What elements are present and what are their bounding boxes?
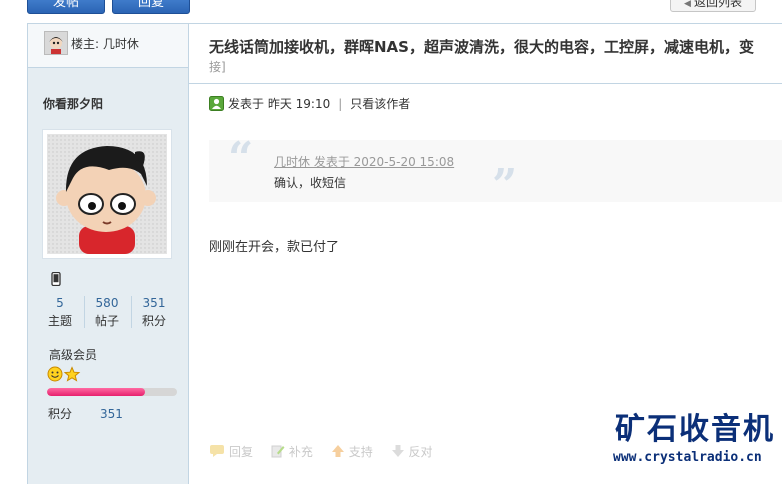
stat-threads-label: 主题 [47, 314, 72, 328]
thread-title: 无线话筒加接收机，群晖NAS，超声波清洗，很大的电容，工控屏，减速电机，变 [209, 38, 754, 56]
reply-icon [209, 444, 225, 461]
smiley-icon [47, 366, 63, 382]
support-action-label: 支持 [348, 445, 373, 459]
watermark-url: www.crystalradio.cn [613, 450, 762, 465]
oppose-action[interactable]: 反对 [391, 443, 433, 461]
stat-score-label: 积分 [141, 314, 166, 328]
site-watermark: 矿石收音机 www.crystalradio.cn [613, 413, 775, 466]
score-label: 积分 [48, 407, 73, 421]
level-progress-bar [47, 388, 177, 396]
stat-score[interactable]: 351 积分 [136, 295, 172, 330]
op-label: 楼主: 几时休 [71, 37, 139, 51]
post-actions: 回复 补充 支持 反对 [209, 443, 447, 461]
quote-close-icon: ” [492, 160, 518, 211]
stat-threads-value: 5 [56, 296, 64, 310]
op-avatar[interactable] [44, 31, 68, 55]
thumb-down-arrow-icon [391, 444, 405, 461]
stat-posts-value: 580 [95, 296, 119, 310]
stat-separator [84, 296, 85, 328]
post-content: 刚刚在开会，款已付了 [209, 240, 340, 255]
stat-threads[interactable]: 5 主题 [42, 295, 78, 330]
separator-pipe: | [338, 97, 343, 111]
support-action[interactable]: 支持 [331, 443, 373, 461]
back-to-list-label: 返回列表 [693, 0, 742, 9]
mobile-phone-icon [51, 271, 61, 289]
thumb-up-arrow-icon [331, 444, 345, 461]
author-name[interactable]: 你看那夕阳 [43, 95, 103, 112]
stat-separator [131, 296, 132, 328]
level-progress-fill [47, 388, 145, 396]
online-status-icon [209, 96, 224, 114]
score-value: 351 [100, 407, 123, 421]
divider [188, 83, 782, 84]
new-post-button[interactable]: 发帖 [27, 0, 105, 14]
oppose-action-label: 反对 [408, 445, 433, 459]
edit-icon [271, 444, 285, 461]
stat-score-value: 351 [142, 296, 166, 310]
stat-posts[interactable]: 580 帖子 [89, 295, 125, 330]
reply-button[interactable]: 回复 [112, 0, 190, 14]
quote-author-link[interactable]: 几时休 发表于 2020-5-20 15:08 [274, 153, 454, 170]
chevron-left-icon: ◀ [684, 0, 691, 9]
author-only-link[interactable]: 只看该作者 [350, 97, 410, 111]
reply-action-label: 回复 [229, 445, 254, 459]
score-line: 积分 351 [48, 405, 123, 422]
quote-open-icon: “ [228, 133, 254, 184]
stat-posts-label: 帖子 [94, 314, 119, 328]
reply-action[interactable]: 回复 [209, 443, 253, 461]
author-avatar[interactable] [42, 129, 172, 259]
star-icon [63, 366, 81, 382]
post-time: 发表于 昨天 19:10 [228, 97, 331, 111]
watermark-title: 矿石收音机 [615, 412, 775, 447]
level-badges [47, 366, 81, 385]
post-meta: 发表于 昨天 19:10 | 只看该作者 [209, 95, 410, 114]
thread-title-continued: 接] [209, 60, 226, 74]
quote-text: 确认，收短信 [274, 176, 347, 190]
supplement-action[interactable]: 补充 [271, 443, 313, 461]
supplement-action-label: 补充 [288, 445, 313, 459]
member-level[interactable]: 高级会员 [49, 346, 97, 363]
back-to-list-button[interactable]: ◀ 返回列表 [670, 0, 756, 12]
